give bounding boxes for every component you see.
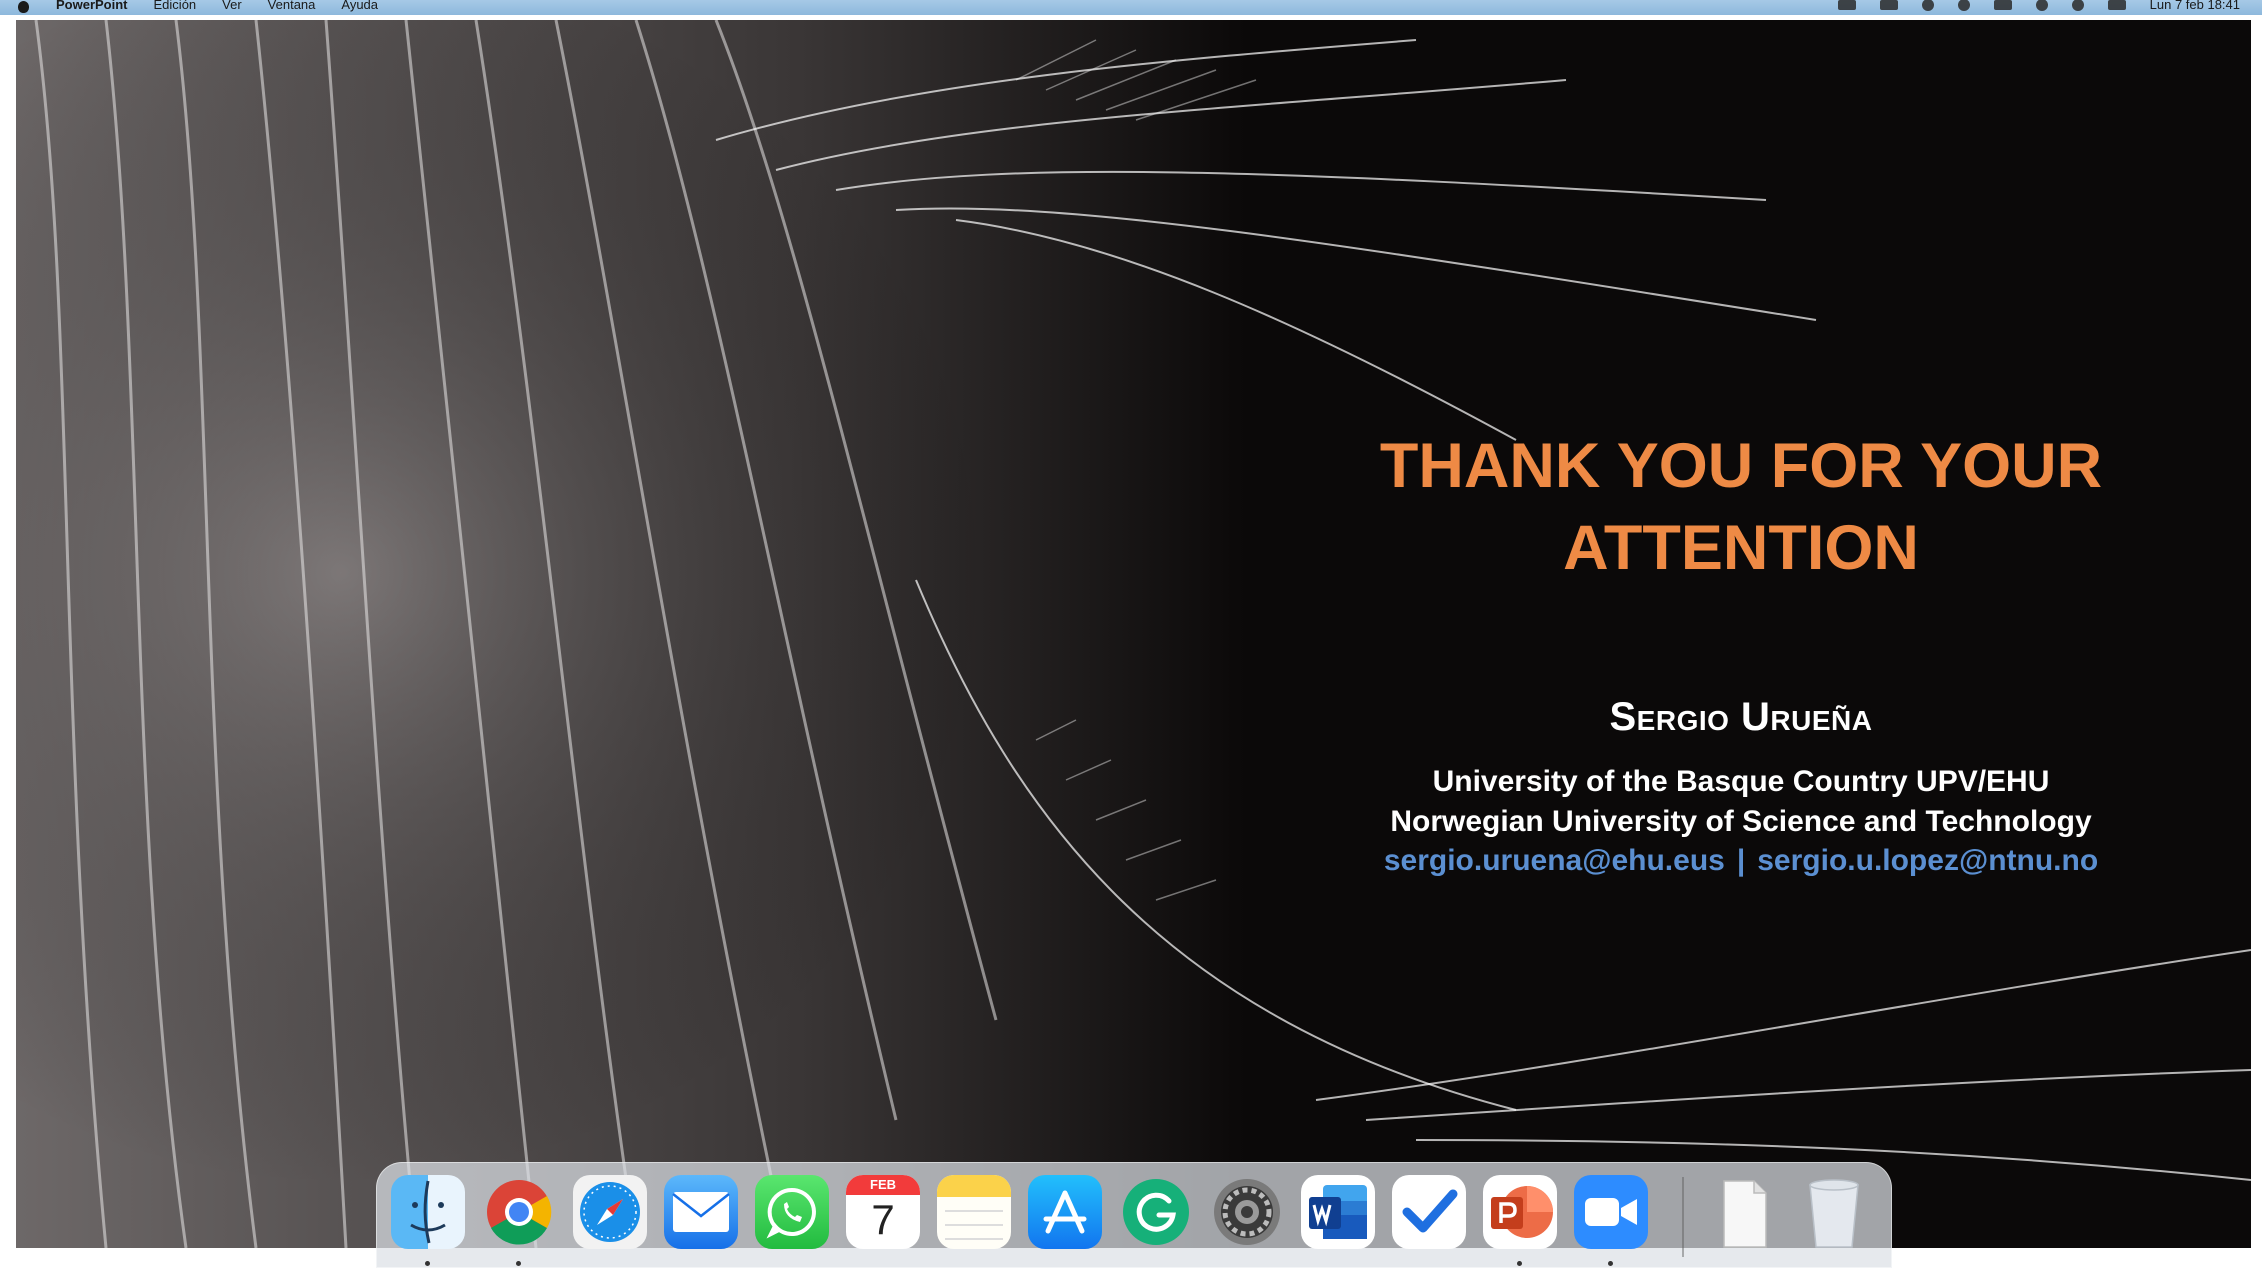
contact-emails: sergio.uruena@ehu.eus | sergio.u.lopez@ntn… <box>1296 844 2186 878</box>
app-store-icon[interactable] <box>1028 1175 1102 1249</box>
mail-icon[interactable] <box>664 1175 738 1249</box>
wifi-icon[interactable] <box>2035 0 2048 11</box>
finder-running-indicator <box>425 1261 430 1266</box>
notes-icon[interactable] <box>937 1175 1011 1249</box>
slide-background-photo <box>16 20 2251 1248</box>
finder-icon[interactable] <box>391 1175 465 1249</box>
affiliation-ntnu: Norwegian University of Science and Tech… <box>1390 805 2092 838</box>
email-ehu-link[interactable]: sergio.uruena@ehu.eus <box>1384 844 1725 877</box>
powerpoint-icon[interactable] <box>1483 1175 1557 1249</box>
word-icon[interactable] <box>1301 1175 1375 1249</box>
bluetooth-icon[interactable] <box>1957 0 1970 11</box>
status-area: Lun 7 feb 18:41 <box>1837 0 2262 12</box>
system-preferences-icon[interactable] <box>1210 1175 1284 1249</box>
flag-icon[interactable] <box>1879 0 1898 10</box>
zoom-icon[interactable] <box>1574 1175 1648 1249</box>
chrome-running-indicator <box>516 1261 521 1266</box>
zoom-running-indicator <box>1608 1261 1613 1266</box>
dropbox-icon[interactable] <box>1837 0 1856 10</box>
slide-title: THANK YOU FOR YOUR ATTENTION <box>1316 425 2166 589</box>
headphones-icon[interactable] <box>1921 0 1934 11</box>
menu-ver[interactable]: Ver <box>222 0 242 12</box>
apple-menu-icon[interactable] <box>14 0 36 15</box>
grammarly-icon[interactable] <box>1119 1175 1193 1249</box>
affiliation-upv-ehu: University of the Basque Country UPV/EHU <box>1432 765 2050 798</box>
menu-edicion[interactable]: Edición <box>154 0 197 12</box>
email-separator: | <box>1736 844 1746 877</box>
dock-divider <box>1682 1177 1684 1257</box>
control-center-icon[interactable] <box>2107 0 2126 10</box>
calendar-icon[interactable]: FEB 7 <box>846 1175 920 1249</box>
menu-ayuda[interactable]: Ayuda <box>341 0 378 12</box>
presentation-slide[interactable]: THANK YOU FOR YOUR ATTENTION Sergio Urue… <box>16 20 2251 1248</box>
menu-bar: PowerPoint Edición Ver Ventana Ayuda Lun… <box>0 0 2262 15</box>
slide-title-line-2: ATTENTION <box>1563 513 1919 583</box>
calendar-month: FEB <box>846 1175 920 1195</box>
menu-ventana[interactable]: Ventana <box>268 0 316 12</box>
dock: FEB 7 <box>376 1162 1892 1268</box>
tasks-icon[interactable] <box>1392 1175 1466 1249</box>
calendar-day: 7 <box>871 1196 895 1243</box>
slide-title-line-1: THANK YOU FOR YOUR <box>1379 431 2103 501</box>
powerpoint-running-indicator <box>1517 1261 1522 1266</box>
chrome-icon[interactable] <box>482 1175 556 1249</box>
menu-app-name[interactable]: PowerPoint <box>56 0 128 12</box>
spotlight-icon[interactable] <box>2071 0 2084 11</box>
trash-icon[interactable] <box>1797 1175 1871 1249</box>
author-name: Sergio Urueña <box>1609 695 1873 739</box>
safari-icon[interactable] <box>573 1175 647 1249</box>
email-ntnu-link[interactable]: sergio.u.lopez@ntnu.no <box>1757 844 2098 877</box>
menu-clock[interactable]: Lun 7 feb 18:41 <box>2150 0 2240 12</box>
whatsapp-icon[interactable] <box>755 1175 829 1249</box>
documents-icon[interactable] <box>1707 1175 1781 1249</box>
battery-icon[interactable] <box>1993 0 2012 10</box>
